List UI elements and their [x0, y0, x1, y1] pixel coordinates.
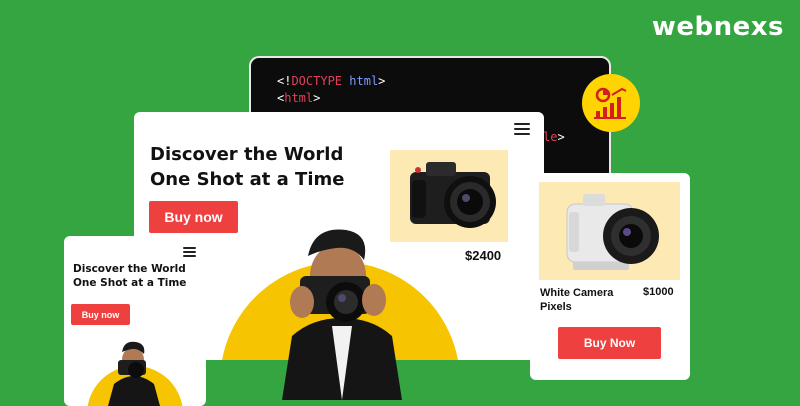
product-price: $1000 — [643, 286, 674, 298]
code-line-doctype: <!DOCTYPE html> — [277, 74, 386, 88]
menu-icon[interactable] — [183, 247, 196, 257]
photographer-image — [108, 341, 160, 406]
product-image-box — [539, 182, 680, 280]
photographer-image — [282, 229, 402, 400]
buy-now-button[interactable]: Buy now — [149, 201, 238, 233]
menu-icon[interactable] — [514, 123, 530, 135]
buy-now-button[interactable]: Buy now — [71, 304, 130, 325]
analytics-badge — [582, 74, 640, 132]
hero-headline: Discover the World One Shot at a Time — [150, 144, 345, 190]
code-fragment: le> — [543, 130, 565, 144]
product-card: White Camera Pixels $1000 Buy Now — [530, 173, 690, 380]
camera-icon — [566, 194, 659, 270]
mobile-site-card: Discover the World One Shot at a Time Bu… — [64, 236, 206, 406]
product-name: White Camera Pixels — [540, 287, 614, 313]
buy-now-button[interactable]: Buy Now — [558, 327, 661, 359]
analytics-chart-icon — [594, 87, 627, 119]
code-line-html: <html> — [277, 91, 321, 105]
product-price: $2400 — [465, 248, 502, 263]
brand-logo: webnexs — [651, 12, 784, 42]
hero-headline: Discover the World One Shot at a Time — [73, 263, 187, 289]
